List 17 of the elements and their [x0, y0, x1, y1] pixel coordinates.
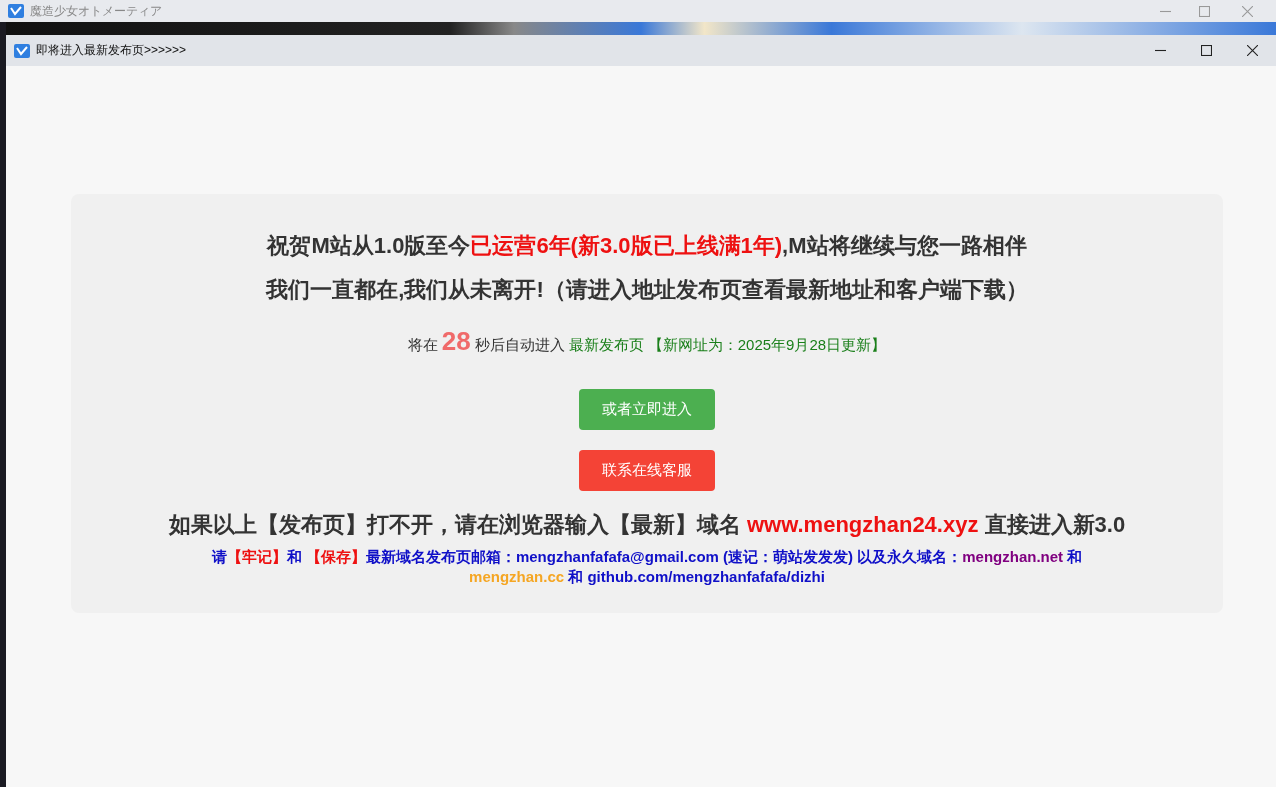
enter-button[interactable]: 或者立即进入 [579, 389, 715, 430]
app-icon [8, 4, 24, 18]
fallback-text: 如果以上【发布页】打不开，请在浏览器输入【最新】域名 www.mengzhan24.xyz 直接进入新3.0 [168, 511, 1126, 539]
countdown-label: 将在 [407, 336, 438, 355]
headline: 祝贺M站从1.0版至今已运营6年(新3.0版已上线满1年),M站将继续与您一路相伴 [267, 232, 1027, 260]
support-button[interactable]: 联系在线客服 [579, 450, 715, 491]
close-icon[interactable] [1246, 45, 1258, 56]
app-icon [14, 43, 30, 58]
dialog-title: 即将进入最新发布页>>>>>> [36, 42, 188, 59]
countdown-seconds: 28 [441, 326, 471, 357]
subheadline: 我们一直都在,我们从未离开!（请进入地址发布页查看最新地址和客户端下载） [266, 276, 1028, 304]
notice-text: 请【牢记】和 【保存】最新域名发布页邮箱：mengzhanfafafa@gmail.com (速记：萌站发发发) 以及永久域名：mengzhan.net 和 mengzhan.cc 和 github.com/mengzhanfafafa/dizhi [210, 547, 1084, 587]
window-title: 魔造少女オトメーティア [30, 2, 163, 20]
update-note: 【新网址为：2025年9月28日更新】 [647, 336, 887, 355]
countdown-label: 秒后自动进入 [474, 336, 565, 355]
maximize-icon[interactable] [1200, 45, 1212, 56]
release-page-link[interactable]: 最新发布页 [568, 336, 644, 355]
